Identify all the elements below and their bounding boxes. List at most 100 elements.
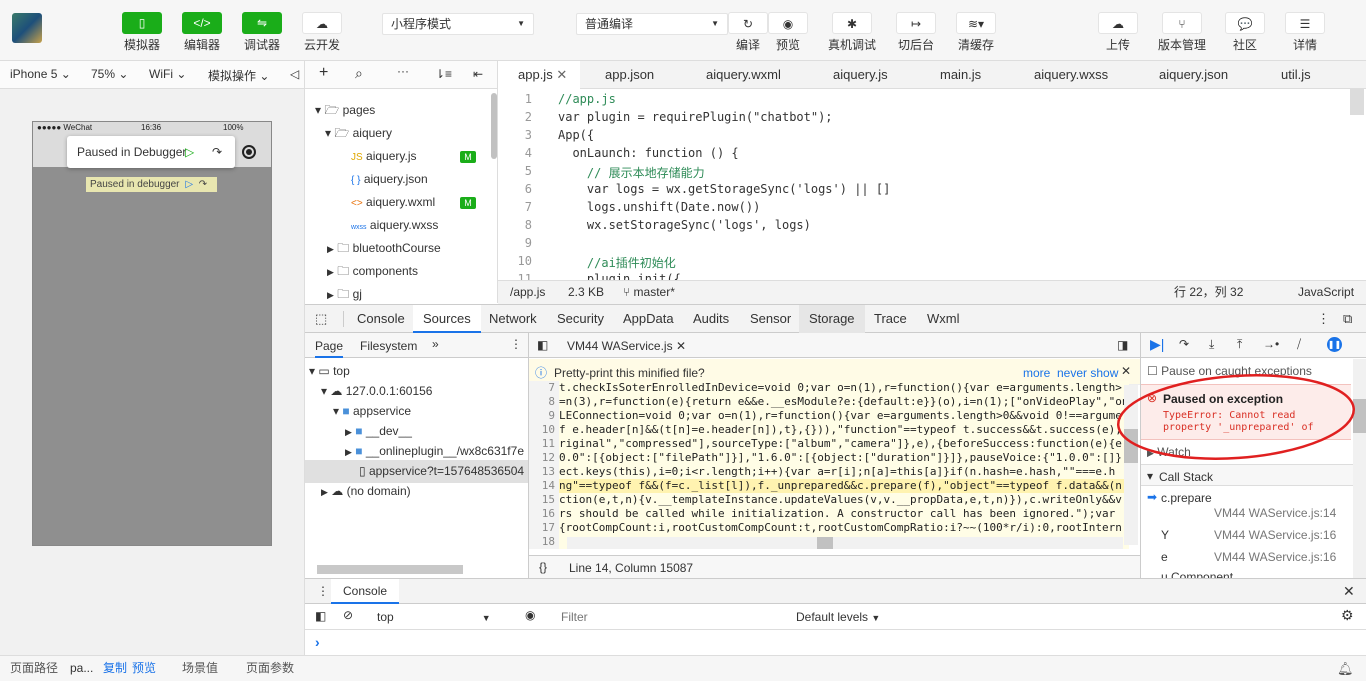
tab-aiquery-wxss[interactable]: aiquery.wxss	[1034, 61, 1108, 89]
tab-wxml[interactable]: Wxml	[927, 305, 960, 333]
source-line[interactable]: 15 ction(e,t,n){v.__templateInstance.upda…	[529, 493, 1124, 507]
more-vertical-icon[interactable]: ⋮	[1317, 305, 1330, 333]
tab-audits[interactable]: Audits	[693, 305, 729, 333]
language-mode[interactable]: JavaScript	[1298, 281, 1354, 304]
source-line-number[interactable]: 10	[529, 423, 559, 437]
context-select[interactable]: top ▼	[377, 610, 491, 624]
more-vertical-icon[interactable]: ⋮	[510, 337, 522, 351]
console-prompt[interactable]: ›	[315, 634, 320, 650]
tree-scrollbar[interactable]	[491, 93, 497, 159]
community-button[interactable]: 💬 社区	[1215, 12, 1275, 53]
mode-select[interactable]: 小程序模式 ▼	[382, 13, 534, 35]
tree-file-aiquery-wxss[interactable]: wxss aiquery.wxss	[351, 214, 438, 237]
source-line[interactable]: 16 rs should be called while initializati…	[529, 507, 1124, 521]
tab-filesystem[interactable]: Filesystem	[360, 339, 417, 353]
source-line[interactable]: 17 {rootCompCount:i,rootCustomCompCount:t…	[529, 521, 1124, 535]
tree-folder-pages[interactable]: ▾ 🗁 pages	[315, 99, 375, 122]
tree-file-aiquery-js[interactable]: JS aiquery.js M	[351, 145, 496, 168]
resume-icon[interactable]: ▷	[185, 179, 193, 190]
toggle-navigator-icon[interactable]: ◧	[537, 338, 548, 352]
gear-icon[interactable]: ⚙	[1341, 607, 1354, 624]
code-h-scrollbar[interactable]	[567, 537, 1123, 549]
call-stack-header[interactable]: ▾ Call Stack	[1141, 464, 1353, 486]
compile-select[interactable]: 普通编译 ▼	[576, 13, 728, 35]
source-line[interactable]: 10 f e.header[n]&&(t[n]=e.header[n]),t},{…	[529, 423, 1124, 437]
zoom-select[interactable]: 75% ⌄	[91, 67, 128, 81]
record-icon[interactable]	[242, 145, 256, 159]
source-line[interactable]: 13 ect.keys(this),i=0;i<r.length;i++){var…	[529, 465, 1124, 479]
collapse-icon[interactable]: ⇤	[473, 67, 483, 81]
sort-icon[interactable]: ⇂≡	[435, 67, 452, 81]
tab-app-json[interactable]: app.json	[605, 61, 654, 89]
tree-folder-bluetoothcourse[interactable]: ▶ 🗀 bluetoothCourse	[327, 237, 441, 260]
more-icon[interactable]: ···	[397, 64, 409, 78]
source-line[interactable]: 9 LEConnection=void 0;var o=n(1),r=functi…	[529, 409, 1124, 423]
scene-label[interactable]: 场景值	[182, 656, 218, 681]
deactivate-breakpoints-icon[interactable]: ⧸	[1297, 337, 1301, 352]
step-icon[interactable]: →•	[1263, 337, 1279, 351]
format-icon[interactable]: {}	[539, 560, 547, 574]
source-line-number[interactable]: 7	[529, 381, 559, 395]
tab-app-js[interactable]: app.js ✕	[498, 61, 580, 89]
tab-sensor[interactable]: Sensor	[750, 305, 791, 333]
clear-console-icon[interactable]: ⊘	[343, 608, 353, 622]
clear-cache-button[interactable]: ≋▾ 清缓存	[946, 12, 1006, 53]
simulate-ops-select[interactable]: 模拟操作 ⌄	[208, 67, 269, 84]
call-frame[interactable]: e VM44 WAService.js:16	[1141, 547, 1353, 569]
tab-network[interactable]: Network	[489, 305, 537, 333]
tab-main-js[interactable]: main.js	[940, 61, 981, 89]
tree-folder-aiquery[interactable]: ▾ 🗁 aiquery	[325, 122, 392, 145]
step-over-icon[interactable]: ↷	[212, 136, 222, 168]
more-vertical-icon[interactable]: ⋮	[317, 584, 329, 598]
source-line[interactable]: 11 riginal","compressed"],sourceType:["al…	[529, 437, 1124, 451]
more-link[interactable]: more	[1023, 366, 1050, 380]
tree-file-aiquery-wxml[interactable]: <> aiquery.wxml M	[351, 191, 496, 214]
close-icon[interactable]: ✕	[676, 339, 686, 353]
source-line[interactable]: 7 t.checkIsSoterEnrolledInDevice=void 0;v…	[529, 381, 1124, 395]
source-line-number[interactable]: 18	[529, 535, 559, 549]
step-out-icon[interactable]: ⤒	[1237, 337, 1242, 352]
tab-aiquery-js[interactable]: aiquery.js	[833, 61, 888, 89]
eye-icon[interactable]: ◉	[525, 608, 535, 622]
call-frame[interactable]: Y VM44 WAService.js:16	[1141, 525, 1353, 547]
toggle-debugger-icon[interactable]: ◨	[1117, 338, 1128, 352]
tab-storage[interactable]: Storage	[799, 305, 865, 333]
sidebar-toggle-icon[interactable]: ◧	[315, 609, 326, 623]
code-editor[interactable]: 1 //app.js 2 var plugin = requirePlugin("ch…	[498, 89, 1366, 280]
levels-select[interactable]: Default levels ▼	[796, 610, 880, 624]
tab-aiquery-json[interactable]: aiquery.json	[1159, 61, 1228, 89]
bell-icon[interactable]: 🔔︎	[1337, 656, 1354, 681]
close-icon[interactable]: ✕	[1343, 583, 1355, 600]
call-frame[interactable]: u.Component	[1141, 570, 1353, 578]
tab-security[interactable]: Security	[557, 305, 604, 333]
add-icon[interactable]: +	[319, 64, 328, 82]
source-line-number[interactable]: 17	[529, 521, 559, 535]
source-line-number[interactable]: 15	[529, 493, 559, 507]
tab-sources[interactable]: Sources	[413, 305, 481, 333]
tab-trace[interactable]: Trace	[874, 305, 907, 333]
console-filter-input[interactable]	[555, 607, 775, 627]
tab-console-drawer[interactable]: Console	[331, 579, 400, 604]
source-line-number[interactable]: 13	[529, 465, 559, 479]
source-line-number[interactable]: 9	[529, 409, 559, 423]
open-file-tab[interactable]: VM44 WAService.js ✕	[567, 339, 686, 353]
source-line[interactable]: 12 0.0":[{object:["filePath"]}],"1.6.0":[…	[529, 451, 1124, 465]
editor-scrollbar[interactable]	[1350, 89, 1364, 115]
source-line-number[interactable]: 11	[529, 437, 559, 451]
background-button[interactable]: ↦ 切后台	[886, 12, 946, 53]
dock-icon[interactable]: ⧉	[1343, 305, 1352, 333]
more-tabs-icon[interactable]: »	[432, 337, 439, 351]
close-icon[interactable]: ✕	[556, 67, 567, 82]
tree-folder-gj[interactable]: ▶ 🗀 gj	[327, 283, 362, 303]
preview-link[interactable]: 预览	[132, 656, 156, 681]
tree-folder-components[interactable]: ▶ 🗀 components	[327, 260, 418, 283]
resume-icon[interactable]: ▷	[185, 136, 194, 168]
resume-icon[interactable]: ▶|	[1150, 336, 1164, 353]
upload-button[interactable]: ☁ 上传	[1088, 12, 1148, 53]
call-frame[interactable]: ➡ c.prepare VM44 WAService.js:14	[1141, 488, 1353, 524]
cursor-position[interactable]: 行 22，列 32	[1174, 281, 1243, 304]
tab-aiquery-wxml[interactable]: aiquery.wxml	[706, 61, 781, 89]
source-line-number[interactable]: 8	[529, 395, 559, 409]
pause-exceptions-icon[interactable]: ❚❚	[1327, 337, 1342, 352]
source-line-number[interactable]: 12	[529, 451, 559, 465]
